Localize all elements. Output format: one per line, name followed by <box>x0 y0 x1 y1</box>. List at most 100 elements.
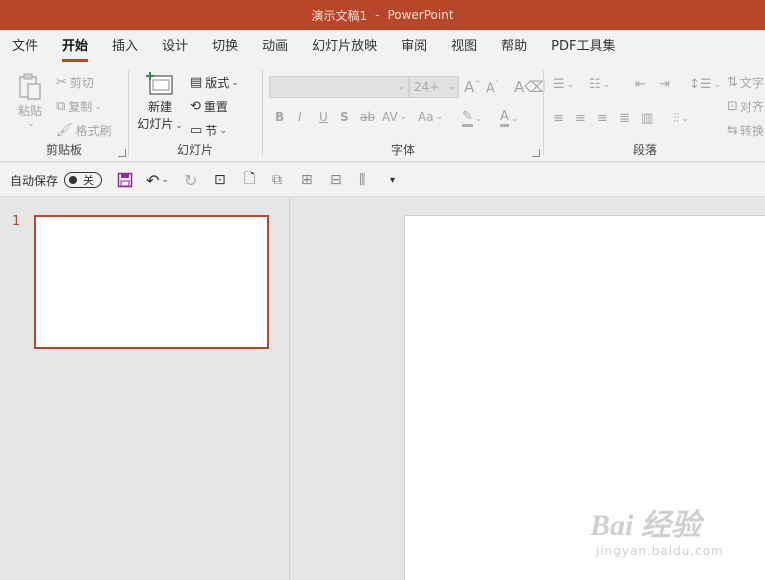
decrease-indent-button[interactable]: ⇤ <box>635 78 646 92</box>
font-group-label: 字体 <box>390 143 415 157</box>
increase-indent-button[interactable]: ⇥ <box>659 78 670 92</box>
align-right-button[interactable]: ≡ <box>597 112 608 126</box>
convert-smartart-button[interactable]: ⇆ 转换 <box>727 122 764 139</box>
grow-font-icon: A^ <box>464 78 481 96</box>
numbered-list-icon: ☷ <box>589 77 601 92</box>
tab-design[interactable]: 设计 <box>150 30 200 64</box>
projector-icon: ⊡ <box>214 172 226 188</box>
align-center-icon: ≡ <box>575 111 586 126</box>
character-spacing-button[interactable]: AV ⌄ <box>382 110 407 124</box>
chevron-down-icon: ⌄ <box>175 121 183 131</box>
font-group: ⌄ 24+ ⌄ A^ Aˇ A⌫ B I U S ab AV ⌄ Aa ⌄ ✎ ⌄ A… <box>264 68 545 160</box>
clear-formatting-button[interactable]: A⌫ <box>514 78 545 96</box>
align-left-button[interactable]: ≡ <box>553 112 564 126</box>
distribute-icon: ⫼ <box>359 172 366 188</box>
text-shadow-button[interactable]: S <box>340 110 349 124</box>
paste-button[interactable]: 粘贴 ⌄ <box>12 72 48 132</box>
font-size-combobox[interactable]: 24+ ⌄ <box>409 76 459 98</box>
autosave-control[interactable]: 自动保存 关 <box>10 163 103 197</box>
align-center-button[interactable]: ≡ <box>575 112 586 126</box>
align-text-button[interactable]: ⊡ 对齐 <box>727 98 764 115</box>
line-spacing-button[interactable]: ↕☰ ⌄ <box>689 78 721 92</box>
group-divider <box>128 70 129 156</box>
cut-button[interactable]: ✂ 剪切 <box>56 74 94 91</box>
paragraph-group: ☰ ⌄ ☷ ⌄ ⇤ ⇥ ↕☰ ⌄ ⇅ 文字 ≡ ≡ ≡ ≣ ▥ ⫶⫶ ⌄ ⊡ 对齐 ⇆ 转换 … <box>545 68 765 160</box>
font-name-combobox[interactable]: ⌄ <box>269 76 409 98</box>
font-color-button[interactable]: A ⌄ <box>500 110 518 127</box>
layout-button[interactable]: ▤ 版式 ⌄ <box>190 74 239 91</box>
arrange-icon: ⧉ <box>272 172 282 188</box>
save-icon <box>117 172 133 188</box>
group-divider <box>262 70 263 156</box>
start-slideshow-button[interactable]: ⊡ <box>214 163 226 197</box>
shrink-font-icon: Aˇ <box>486 80 499 97</box>
autosave-toggle[interactable]: 关 <box>64 172 103 188</box>
numbering-button[interactable]: ☷ ⌄ <box>589 78 610 92</box>
align-objects-icon: ⊟ <box>330 172 342 188</box>
group-objects-button[interactable]: ⊞ <box>301 163 313 197</box>
slide-thumbnail[interactable] <box>34 215 269 349</box>
redo-button[interactable]: ↻ <box>184 163 197 197</box>
section-button[interactable]: ▭ 节 ⌄ <box>190 122 227 139</box>
title-separator: - <box>375 8 380 22</box>
customize-qat-button[interactable]: ▾ <box>390 163 395 197</box>
distributed-button[interactable]: ▥ <box>641 112 653 126</box>
ribbon-home: 粘贴 ⌄ ✂ 剪切 ⧉ 复制 ⌄ 🖌 格式刷 剪贴板 新建 幻灯片 ⌄ ▤ 版式… <box>0 64 765 162</box>
document-title: 演示文稿1 <box>311 8 368 23</box>
text-direction-button[interactable]: ⇅ 文字 <box>727 74 764 91</box>
new-slide-button[interactable]: 新建 幻灯片 ⌄ <box>136 70 184 134</box>
reset-button[interactable]: ⟲ 重置 <box>190 98 228 115</box>
new-file-button[interactable]: 🗋 <box>244 163 255 197</box>
slides-group: 新建 幻灯片 ⌄ ▤ 版式 ⌄ ⟲ 重置 ▭ 节 ⌄ 幻灯片 <box>130 68 260 160</box>
highlighter-icon: ✎ <box>462 110 473 127</box>
increase-font-size-button[interactable]: A^ <box>464 78 481 96</box>
copy-button[interactable]: ⧉ 复制 ⌄ <box>56 98 102 115</box>
watermark-logo: Bai 经验 <box>590 509 701 542</box>
tab-review[interactable]: 审阅 <box>389 30 439 64</box>
paragraph-group-label: 段落 <box>632 143 657 157</box>
distributed-icon: ▥ <box>641 111 654 126</box>
tab-slideshow[interactable]: 幻灯片放映 <box>300 30 389 64</box>
arrange-button[interactable]: ⧉ <box>272 163 282 197</box>
undo-button[interactable]: ↶ ⌄ <box>146 163 169 197</box>
chevron-down-icon: ⌄ <box>474 113 483 124</box>
underline-button[interactable]: U <box>319 110 328 124</box>
bullet-list-icon: ☰ <box>553 77 565 92</box>
decrease-font-size-button[interactable]: Aˇ <box>486 80 499 96</box>
dialog-launcher-icon[interactable] <box>532 149 540 157</box>
save-button[interactable] <box>117 163 133 197</box>
format-painter-button[interactable]: 🖌 格式刷 <box>56 122 112 139</box>
chevron-down-icon: ⌄ <box>602 80 611 90</box>
chevron-down-icon: ⌄ <box>231 77 239 88</box>
tab-insert[interactable]: 插入 <box>100 30 150 64</box>
layout-icon: ▤ <box>190 74 203 90</box>
chevron-down-icon: ⌄ <box>219 125 227 136</box>
tab-animations[interactable]: 动画 <box>250 30 300 64</box>
clipboard-group-label: 剪贴板 <box>45 143 82 157</box>
tab-home[interactable]: 开始 <box>50 30 100 64</box>
chevron-down-icon: ⌄ <box>447 82 455 92</box>
tab-view[interactable]: 视图 <box>439 30 489 64</box>
tab-transitions[interactable]: 切换 <box>200 30 250 64</box>
justify-button[interactable]: ≣ <box>619 112 630 126</box>
font-color-icon: A <box>500 110 509 127</box>
clipboard-group: 粘贴 ⌄ ✂ 剪切 ⧉ 复制 ⌄ 🖌 格式刷 剪贴板 <box>0 68 128 160</box>
highlight-color-button[interactable]: ✎ ⌄ <box>462 110 482 127</box>
slide-number: 1 <box>12 214 21 229</box>
chevron-down-icon: ⌄ <box>566 80 575 90</box>
bold-button[interactable]: B <box>275 110 284 124</box>
tab-help[interactable]: 帮助 <box>489 30 539 64</box>
italic-button[interactable]: I <box>298 110 302 124</box>
columns-button[interactable]: ⫶⫶ ⌄ <box>673 112 689 126</box>
distribute-button[interactable]: ⫼ <box>359 163 365 197</box>
app-name: PowerPoint <box>387 8 454 22</box>
strikethrough-button[interactable]: ab <box>360 110 375 124</box>
dialog-launcher-icon[interactable] <box>118 149 126 157</box>
tab-pdf-tools[interactable]: PDF工具集 <box>539 30 627 64</box>
dropdown-arrow-icon: ▾ <box>390 174 396 186</box>
bullets-button[interactable]: ☰ ⌄ <box>553 78 574 92</box>
tab-file[interactable]: 文件 <box>0 30 50 64</box>
align-objects-button[interactable]: ⊟ <box>330 163 342 197</box>
slides-group-label: 幻灯片 <box>176 143 213 157</box>
change-case-button[interactable]: Aa ⌄ <box>418 110 443 124</box>
